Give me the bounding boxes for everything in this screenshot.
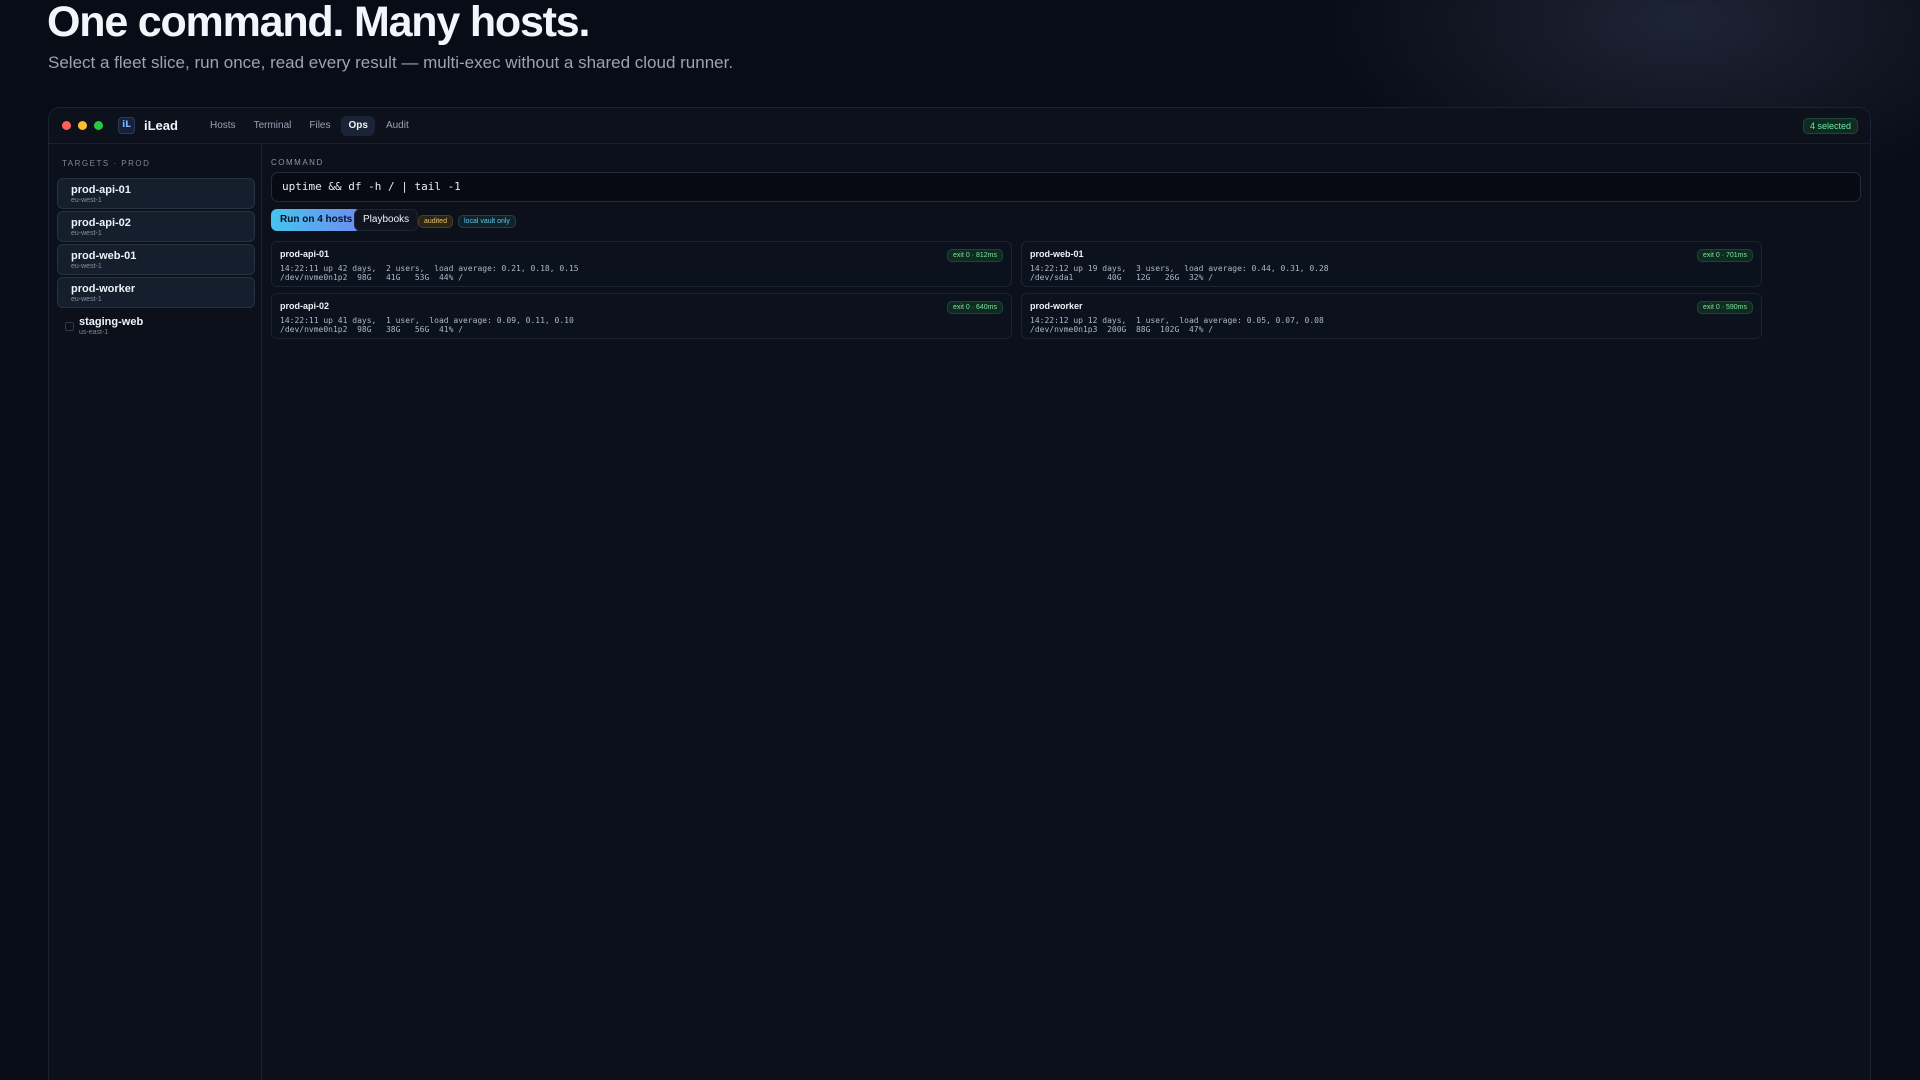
host-name: prod-api-02 — [71, 217, 131, 229]
targets-sidebar: TARGETS · PROD prod-api-01 eu-west-1 pro… — [49, 144, 262, 1080]
hero-title: One command. Many hosts. — [47, 0, 590, 46]
host-list: prod-api-01 eu-west-1 prod-api-02 eu-wes… — [57, 178, 255, 343]
exit-status-badge: exit 0 · 701ms — [1697, 249, 1753, 262]
result-card-prod-api-02: prod-api-02 exit 0 · 640ms 14:22:11 up 4… — [271, 293, 1012, 339]
host-checkbox[interactable] — [65, 322, 74, 331]
result-output-line: /dev/nvme0n1p2 98G 38G 56G 41% / — [280, 325, 464, 334]
minimize-window-button[interactable] — [78, 121, 87, 130]
result-card-prod-api-01: prod-api-01 exit 0 · 812ms 14:22:11 up 4… — [271, 241, 1012, 287]
host-item-prod-web-01[interactable]: prod-web-01 eu-west-1 — [57, 244, 255, 275]
result-output-line: 14:22:12 up 12 days, 1 user, load averag… — [1030, 316, 1324, 325]
close-window-button[interactable] — [62, 121, 71, 130]
run-on-hosts-button[interactable]: Run on 4 hosts — [271, 209, 362, 231]
host-region: eu-west-1 — [71, 230, 102, 237]
result-output-line: /dev/nvme0n1p3 200G 88G 102G 47% / — [1030, 325, 1214, 334]
host-name: prod-api-01 — [71, 184, 131, 196]
main-nav: Hosts Terminal Files Ops Audit — [203, 116, 416, 136]
app-name: iLead — [144, 118, 178, 133]
ops-main: COMMAND uptime && df -h / | tail -1 Run … — [262, 144, 1870, 1080]
host-name: prod-web-01 — [71, 250, 137, 262]
title-bar: iL iLead Hosts Terminal Files Ops Audit … — [49, 108, 1870, 144]
selected-count-badge: 4 selected — [1802, 118, 1858, 134]
result-output-line: 14:22:11 up 41 days, 1 user, load averag… — [280, 316, 574, 325]
exit-status-badge: exit 0 · 640ms — [947, 301, 1003, 314]
nav-ops[interactable]: Ops — [341, 116, 375, 136]
sidebar-title: TARGETS · PROD — [62, 159, 151, 168]
host-item-prod-api-02[interactable]: prod-api-02 eu-west-1 — [57, 211, 255, 242]
exit-status-badge: exit 0 · 590ms — [1697, 301, 1753, 314]
host-region: eu-west-1 — [71, 296, 102, 303]
result-output-line: /dev/sda1 40G 12G 26G 32% / — [1030, 273, 1214, 282]
result-host-name: prod-api-01 — [280, 249, 330, 259]
command-label: COMMAND — [271, 158, 324, 167]
maximize-window-button[interactable] — [94, 121, 103, 130]
host-item-prod-api-01[interactable]: prod-api-01 eu-west-1 — [57, 178, 255, 209]
audited-tag: audited — [418, 215, 453, 228]
nav-terminal[interactable]: Terminal — [247, 116, 299, 136]
app-logo-icon: iL — [118, 117, 135, 134]
host-name: staging-web — [79, 316, 144, 328]
host-region: eu-west-1 — [71, 197, 102, 204]
result-host-name: prod-api-02 — [280, 301, 330, 311]
result-host-name: prod-worker — [1030, 301, 1083, 311]
host-region: eu-west-1 — [71, 263, 102, 270]
command-input[interactable]: uptime && df -h / | tail -1 — [271, 172, 1861, 202]
exit-status-badge: exit 0 · 812ms — [947, 249, 1003, 262]
result-card-prod-worker: prod-worker exit 0 · 590ms 14:22:12 up 1… — [1021, 293, 1762, 339]
result-output-line: /dev/nvme0n1p2 98G 41G 53G 44% / — [280, 273, 464, 282]
app-window: iL iLead Hosts Terminal Files Ops Audit … — [48, 107, 1871, 1080]
local-vault-tag: local vault only — [458, 215, 516, 228]
hero-subtitle: Select a fleet slice, run once, read eve… — [48, 53, 734, 72]
result-output-line: 14:22:12 up 19 days, 3 users, load avera… — [1030, 264, 1329, 273]
nav-hosts[interactable]: Hosts — [203, 116, 243, 136]
result-host-name: prod-web-01 — [1030, 249, 1084, 259]
host-region: us-east-1 — [79, 329, 109, 336]
host-name: prod-worker — [71, 283, 136, 295]
host-item-prod-worker[interactable]: prod-worker eu-west-1 — [57, 277, 255, 308]
result-output-line: 14:22:11 up 42 days, 2 users, load avera… — [280, 264, 579, 273]
result-card-prod-web-01: prod-web-01 exit 0 · 701ms 14:22:12 up 1… — [1021, 241, 1762, 287]
host-item-staging-web[interactable]: staging-web us-east-1 — [57, 310, 255, 341]
playbooks-button[interactable]: Playbooks — [354, 209, 419, 231]
nav-files[interactable]: Files — [302, 116, 337, 136]
nav-audit[interactable]: Audit — [379, 116, 416, 136]
